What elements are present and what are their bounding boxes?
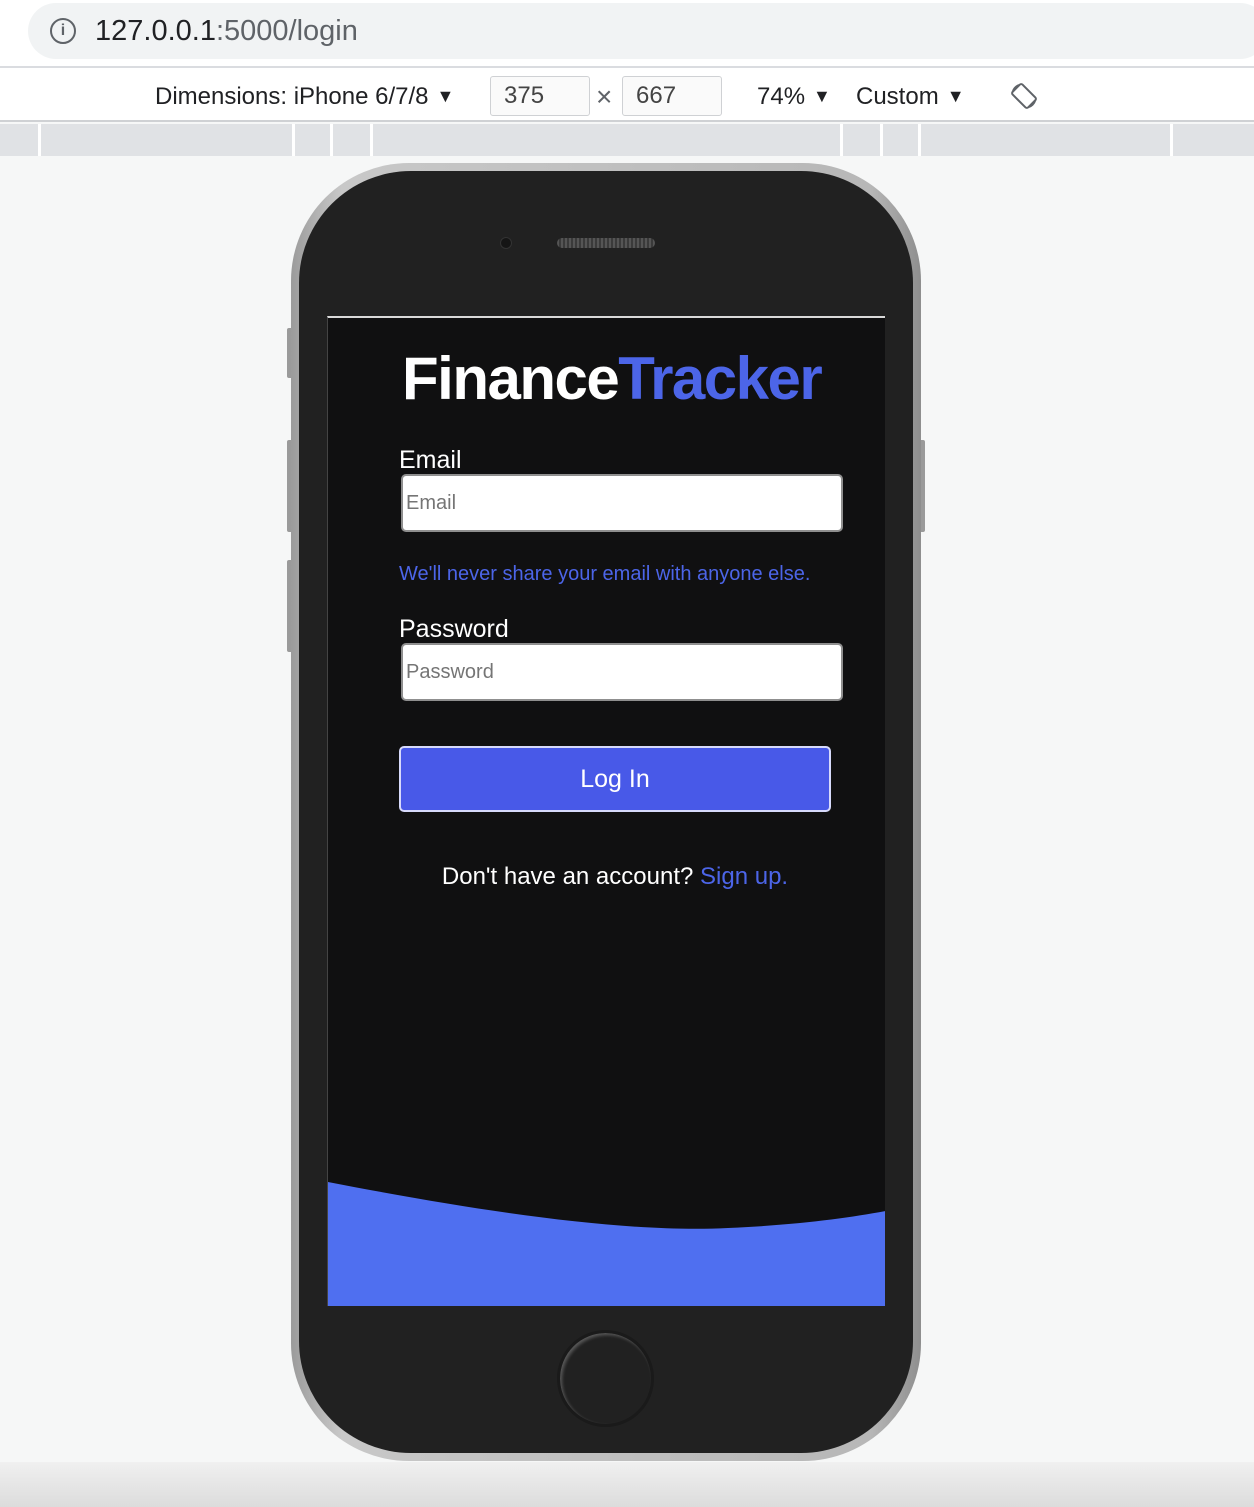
throttle-dropdown[interactable]: Custom ▼ — [856, 82, 965, 111]
ruler-tick[interactable] — [330, 124, 333, 156]
chevron-down-icon: ▼ — [813, 86, 831, 106]
email-field[interactable] — [401, 474, 843, 532]
login-button[interactable]: Log In — [399, 746, 831, 812]
ruler-tick[interactable] — [918, 124, 921, 156]
camera-icon — [500, 237, 512, 249]
signup-prompt: Don't have an account? Sign up. — [328, 862, 885, 892]
signup-link[interactable]: Sign up. — [700, 863, 788, 890]
bottom-edge — [0, 1462, 1254, 1507]
decorative-wave — [328, 1182, 885, 1306]
url-text[interactable]: 127.0.0.1:5000/login — [95, 14, 358, 48]
url-path: :5000/login — [215, 15, 358, 47]
times-icon: × — [596, 81, 613, 112]
dimensions-dropdown[interactable]: Dimensions: iPhone 6/7/8 ▼ — [155, 82, 454, 111]
chevron-down-icon: ▼ — [436, 86, 455, 106]
email-label: Email — [399, 446, 462, 474]
logo-tracker: Tracker — [618, 345, 823, 412]
dimensions-label: Dimensions: iPhone 6/7/8 — [155, 83, 429, 110]
site-info-icon[interactable]: i — [50, 18, 76, 44]
url-host: 127.0.0.1 — [95, 15, 216, 47]
app-logo: FinanceTracker — [402, 345, 823, 412]
rotate-icon[interactable] — [1010, 82, 1038, 110]
throttle-label: Custom — [856, 83, 939, 110]
home-button — [557, 1330, 654, 1427]
logo-finance: Finance — [402, 345, 620, 412]
device-toolbar: Dimensions: iPhone 6/7/8 ▼ 375 × 667 74% ▼… — [0, 66, 1254, 122]
password-label: Password — [399, 615, 509, 643]
width-input[interactable]: 375 — [490, 76, 590, 116]
ruler-tick[interactable] — [292, 124, 295, 156]
email-help-text: We'll never share your email with anyone… — [399, 563, 811, 585]
signup-prompt-text: Don't have an account? — [441, 863, 694, 890]
zoom-dropdown[interactable]: 74% ▼ — [757, 82, 831, 111]
ruler-tick[interactable] — [1170, 124, 1173, 156]
address-bar: i 127.0.0.1:5000/login — [0, 0, 1254, 66]
zoom-label: 74% — [757, 83, 806, 110]
app-screen: FinanceTracker Email We'll never share y… — [327, 316, 885, 1306]
speaker-grille — [557, 238, 655, 248]
media-query-bar — [0, 124, 1254, 156]
ruler-tick[interactable] — [370, 124, 373, 156]
password-field[interactable] — [401, 643, 843, 701]
ruler-tick[interactable] — [880, 124, 883, 156]
chevron-down-icon: ▼ — [946, 86, 965, 106]
ruler-tick[interactable] — [38, 124, 41, 156]
height-input[interactable]: 667 — [622, 76, 722, 116]
ruler-tick[interactable] — [840, 124, 843, 156]
